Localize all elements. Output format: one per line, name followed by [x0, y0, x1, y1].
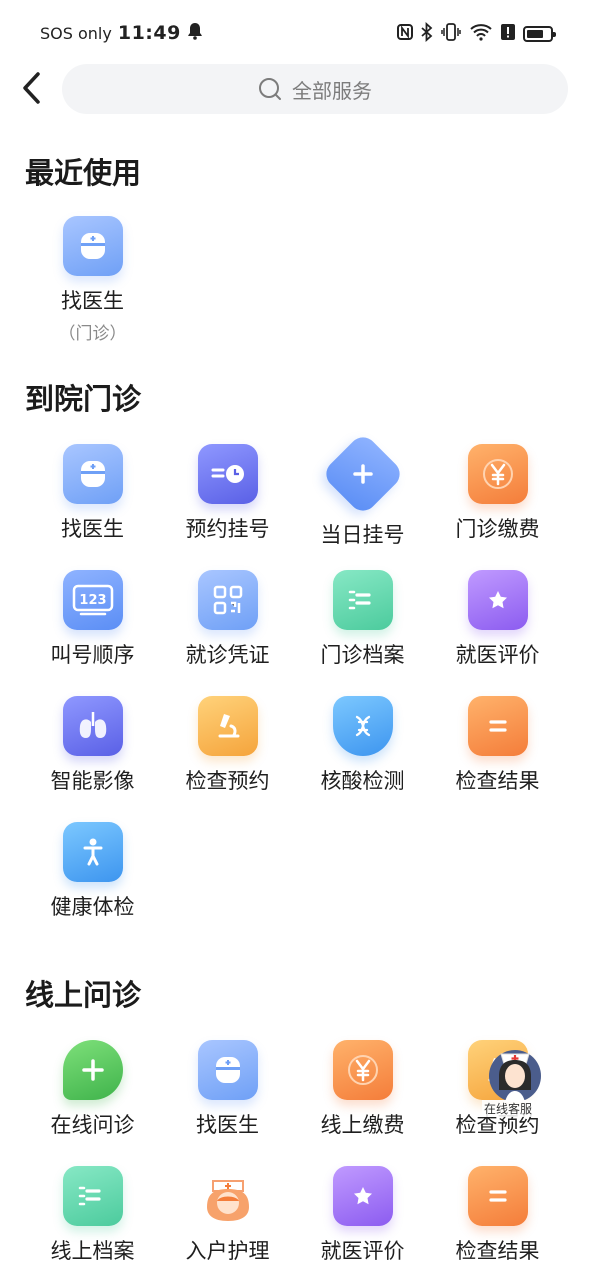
item-label: 找医生: [61, 289, 124, 313]
item-label: 在线问诊: [50, 1113, 135, 1137]
lungs-icon: [62, 696, 123, 756]
outpatient-item-outpatient-records[interactable]: 门诊档案: [295, 556, 430, 682]
item-label: 入户护理: [185, 1239, 270, 1263]
bluetooth-icon: [421, 21, 433, 46]
item-label: 找医生: [61, 517, 124, 541]
item-label: 核酸检测: [320, 769, 405, 793]
microscope-icon: [197, 696, 258, 756]
item-label: 检查结果: [455, 769, 540, 793]
wifi-icon: [469, 23, 493, 45]
item-label: 智能影像: [50, 769, 135, 793]
outpatient-item-find-doctor[interactable]: 找医生: [25, 430, 160, 556]
item-label: 找医生: [196, 1113, 259, 1137]
search-icon: [259, 78, 281, 100]
search-placeholder: 全部服务: [292, 78, 372, 103]
item-label: 线上缴费: [320, 1113, 405, 1137]
report-icon: [467, 696, 528, 756]
recent-grid: 找医生 （门诊）: [25, 202, 565, 352]
status-bar: SOS only 11:49: [0, 0, 591, 66]
doctor-icon: [62, 444, 123, 504]
star-bookmark-icon: [332, 1166, 393, 1226]
section-title-online: 线上问诊: [25, 978, 142, 1012]
back-button[interactable]: [18, 70, 48, 106]
online-item-find-doctor[interactable]: 找医生: [160, 1026, 295, 1152]
plus-diamond-icon: [320, 431, 405, 517]
item-label: 健康体检: [50, 895, 135, 919]
outpatient-grid: 找医生 预约挂号 当日挂号 门诊缴费 123 叫号顺序 就诊凭证 门诊档案 就医…: [25, 430, 565, 934]
outpatient-item-visit-voucher[interactable]: 就诊凭证: [160, 556, 295, 682]
outpatient-item-exam-booking[interactable]: 检查预约: [160, 682, 295, 808]
online-service-label: 在线客服: [482, 1100, 535, 1117]
yen-coin-icon: [332, 1040, 393, 1100]
item-label: 叫号顺序: [50, 643, 135, 667]
yen-coin-icon: [467, 444, 528, 504]
item-label: 门诊档案: [320, 643, 405, 667]
online-item-medical-review[interactable]: 就医评价: [295, 1152, 430, 1278]
online-service-button[interactable]: 在线客服: [482, 1042, 546, 1118]
nurse-avatar-icon: [489, 1050, 541, 1102]
status-time: 11:49: [117, 22, 181, 44]
carrier-text: SOS only: [40, 23, 112, 43]
item-label: 就医评价: [455, 643, 540, 667]
item-label: 检查预约: [185, 769, 270, 793]
item-label: 门诊缴费: [455, 517, 540, 541]
dna-shield-icon: [332, 696, 393, 756]
star-bookmark-icon: [467, 570, 528, 630]
queue-number-icon: 123: [62, 570, 123, 630]
record-book-icon: [332, 570, 393, 630]
outpatient-item-medical-review[interactable]: 就医评价: [430, 556, 565, 682]
outpatient-item-queue[interactable]: 123 叫号顺序: [25, 556, 160, 682]
item-label: 就诊凭证: [185, 643, 270, 667]
doctor-icon: [62, 216, 123, 276]
outpatient-item-smart-imaging[interactable]: 智能影像: [25, 682, 160, 808]
online-item-exam-results[interactable]: 检查结果: [430, 1152, 565, 1278]
item-label: 线上档案: [50, 1239, 135, 1263]
item-label: 检查结果: [455, 1239, 540, 1263]
online-item-records[interactable]: 线上档案: [25, 1152, 160, 1278]
record-book-icon: [62, 1166, 123, 1226]
vibrate-icon: [441, 23, 461, 45]
chat-plus-icon: [62, 1040, 123, 1100]
appointment-clock-icon: [197, 444, 258, 504]
doctor-icon: [197, 1040, 258, 1100]
search-bar[interactable]: 全部服务: [62, 64, 568, 114]
outpatient-item-nucleic-test[interactable]: 核酸检测: [295, 682, 430, 808]
item-sublabel: （门诊）: [58, 324, 127, 344]
report-icon: [467, 1166, 528, 1226]
qr-code-icon: [197, 570, 258, 630]
bell-icon: [187, 22, 203, 44]
item-label: 当日挂号: [320, 523, 405, 547]
outpatient-item-appointment[interactable]: 预约挂号: [160, 430, 295, 556]
outpatient-item-same-day[interactable]: 当日挂号: [295, 430, 430, 556]
section-title-recent: 最近使用: [25, 156, 142, 190]
battery-icon: [523, 26, 556, 42]
online-item-consultation[interactable]: 在线问诊: [25, 1026, 160, 1152]
outpatient-item-health-checkup[interactable]: 健康体检: [25, 808, 160, 934]
outpatient-item-exam-results[interactable]: 检查结果: [430, 682, 565, 808]
nfc-icon: [397, 23, 413, 45]
status-right: [397, 21, 556, 46]
online-item-payment[interactable]: 线上缴费: [295, 1026, 430, 1152]
svg-text:123: 123: [79, 593, 106, 608]
item-label: 预约挂号: [185, 517, 270, 541]
nurse-icon: [198, 1166, 258, 1226]
status-left: SOS only 11:49: [40, 22, 203, 44]
online-item-home-nursing[interactable]: 入户护理: [160, 1152, 295, 1278]
recent-item-find-doctor[interactable]: 找医生 （门诊）: [25, 202, 160, 352]
body-check-icon: [62, 822, 123, 882]
alert-icon: [501, 23, 515, 45]
section-title-outpatient: 到院门诊: [25, 382, 142, 416]
outpatient-item-outpatient-payment[interactable]: 门诊缴费: [430, 430, 565, 556]
item-label: 就医评价: [320, 1239, 405, 1263]
chevron-left-icon: [23, 72, 40, 104]
